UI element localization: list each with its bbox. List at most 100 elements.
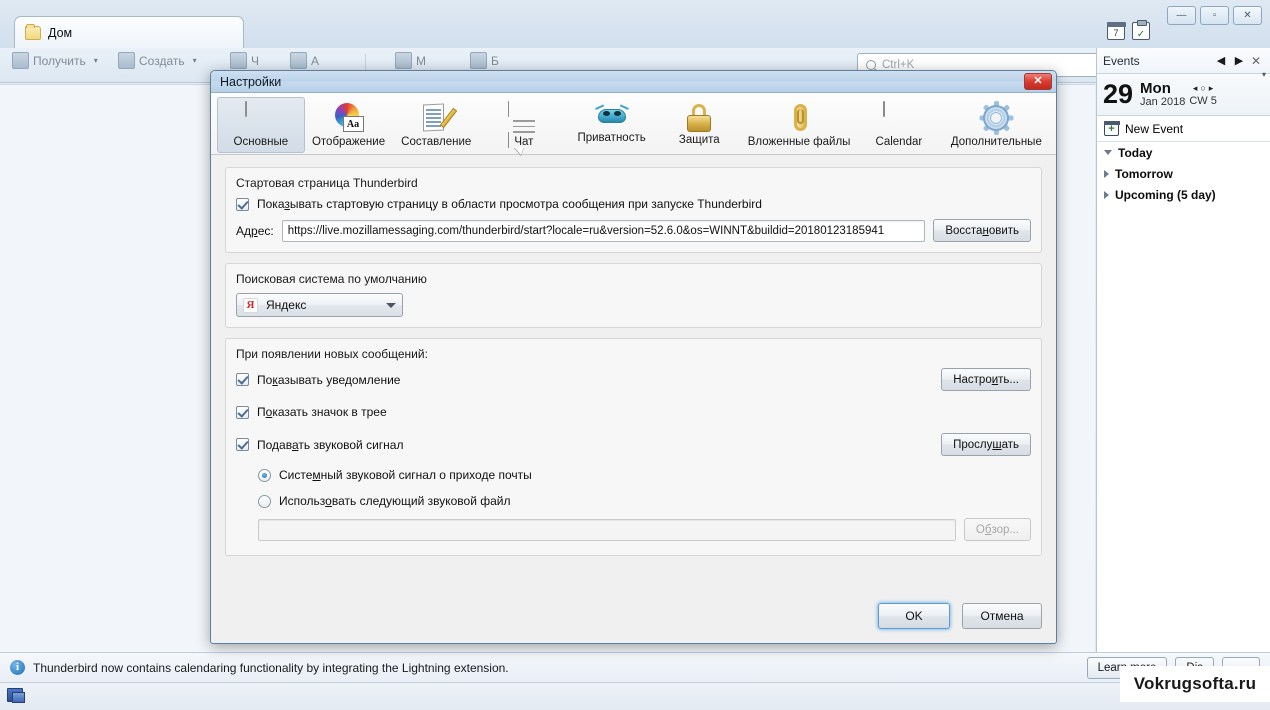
- new-messages-group: При появлении новых сообщений: Показыват…: [225, 338, 1042, 556]
- custom-sound-radio[interactable]: [258, 494, 271, 508]
- events-group-label: Tomorrow: [1115, 166, 1173, 181]
- events-date-strip: 29 Mon Jan 2018 ◂ ○ ▸ CW 5 ▾: [1097, 70, 1270, 116]
- tag-button[interactable]: М: [395, 52, 426, 69]
- new-event-icon: [1103, 120, 1120, 136]
- configure-notification-button[interactable]: Настро и ть...: [941, 368, 1031, 391]
- date-nav: ◂ ○ ▸ CW 5: [1189, 83, 1217, 107]
- calendar-icon: [882, 101, 915, 134]
- new-event-button[interactable]: New Event: [1097, 116, 1270, 142]
- chevron-down-icon[interactable]: ▾: [1262, 70, 1266, 79]
- gear-icon: [979, 101, 1014, 135]
- write-label: Создать: [139, 53, 185, 68]
- tab-display-label: Отображение: [311, 136, 386, 148]
- browse-sound-button[interactable]: Об зор...: [963, 518, 1031, 541]
- search-engine-group: Поисковая система по умолчанию Я Яндекс: [225, 263, 1042, 328]
- tab-security-label: Защита: [678, 134, 720, 146]
- settings-dialog: Настройки ✕ Основные Aa Отображение Сост…: [210, 70, 1057, 644]
- minimize-button[interactable]: —: [1167, 6, 1196, 25]
- tab-calendar[interactable]: Calendar: [855, 97, 943, 153]
- date-today-icon[interactable]: ○: [1200, 83, 1205, 93]
- notification-bar: i Thunderbird now contains calendaring f…: [0, 652, 1270, 682]
- tab-security[interactable]: Защита: [655, 97, 743, 153]
- pencil-paper-icon: [421, 103, 458, 133]
- tab-home[interactable]: Дом: [14, 16, 244, 48]
- tab-display[interactable]: Aa Отображение: [305, 97, 393, 153]
- startpage-address-input[interactable]: https://live.mozillamessaging.com/thunde…: [281, 219, 926, 242]
- tab-general[interactable]: Основные: [217, 97, 305, 153]
- write-button[interactable]: Создать ▾: [118, 52, 201, 69]
- date-nav-row: ◂ ○ ▸: [1193, 83, 1214, 94]
- date-next-icon[interactable]: ▸: [1209, 83, 1214, 94]
- get-mail-label: Получить: [33, 53, 86, 68]
- system-sound-radio[interactable]: [258, 468, 271, 482]
- tag-icon: [395, 52, 412, 69]
- maximize-button[interactable]: ▫: [1200, 6, 1229, 25]
- window-titlebar: Дом — ▫ ✕: [0, 0, 1270, 48]
- date-text: Mon Jan 2018: [1140, 79, 1185, 108]
- chevron-down-icon: [386, 302, 396, 308]
- events-close-icon[interactable]: ✕: [1248, 54, 1264, 68]
- startpage-group-title: Стартовая страница Thunderbird: [236, 176, 418, 190]
- tab-attachments[interactable]: Вложенные файлы: [743, 97, 855, 153]
- system-sound-label: Системный звуковой сигнал о приходе почт…: [279, 468, 532, 482]
- chat-icon: [230, 52, 247, 69]
- play-sound-checkbox[interactable]: [236, 438, 249, 451]
- calendar-icon[interactable]: [1106, 21, 1126, 40]
- startpage-checkbox-row: Показывать стартовую страницу в области …: [236, 197, 1031, 211]
- date-prev-icon[interactable]: ◂: [1193, 83, 1198, 94]
- events-group-upcoming[interactable]: Upcoming (5 day): [1097, 184, 1270, 205]
- events-group-label: Upcoming (5 day): [1115, 187, 1216, 202]
- address-book-icon: [290, 52, 307, 69]
- default-search-engine-select[interactable]: Я Яндекс: [236, 293, 403, 317]
- dialog-body: Основные Aa Отображение Составление Чат …: [211, 93, 1056, 643]
- events-next-button[interactable]: ▶: [1230, 54, 1248, 67]
- show-notification-row: Показывать уведомление Настро и ть...: [236, 368, 1031, 391]
- events-group-today[interactable]: Today: [1097, 142, 1270, 163]
- titlebar-quick-icons: [1106, 20, 1150, 40]
- watermark: Vokrugsofta.ru: [1120, 666, 1270, 702]
- tab-privacy[interactable]: Приватность: [568, 97, 656, 153]
- events-group-label: Today: [1118, 145, 1153, 160]
- chat-label: Ч: [251, 53, 259, 68]
- tab-home-label: Дом: [48, 25, 73, 40]
- events-prev-button[interactable]: ◀: [1212, 54, 1230, 67]
- tab-compose[interactable]: Составление: [392, 97, 480, 153]
- chat-button[interactable]: Ч: [230, 52, 259, 69]
- show-tray-icon-row: Показать значок в трее: [236, 405, 1031, 419]
- tab-advanced[interactable]: Дополнительные: [943, 97, 1050, 153]
- chevron-down-icon[interactable]: ▾: [189, 56, 201, 65]
- show-startpage-checkbox[interactable]: [236, 197, 249, 211]
- show-notification-label: Показывать уведомление: [257, 372, 401, 387]
- address-book-label: А: [311, 53, 320, 68]
- restore-default-button[interactable]: Восста н овить: [933, 219, 1031, 242]
- show-tray-icon-label: Показать значок в трее: [257, 405, 387, 419]
- close-button[interactable]: ✕: [1233, 6, 1262, 25]
- info-icon: i: [10, 660, 25, 675]
- day-of-week: Mon: [1140, 79, 1171, 97]
- address-book-button[interactable]: А: [290, 52, 319, 69]
- tasks-icon[interactable]: [1132, 20, 1150, 40]
- filter-funnel-icon: [470, 52, 487, 69]
- dialog-titlebar: Настройки ✕: [211, 71, 1056, 93]
- tab-chat[interactable]: Чат: [480, 97, 568, 153]
- folder-icon: [25, 23, 41, 40]
- cancel-button[interactable]: Отмена: [962, 603, 1042, 629]
- quick-filter-button[interactable]: Б: [470, 52, 499, 69]
- ok-button[interactable]: OK: [878, 603, 950, 629]
- sound-file-input[interactable]: [258, 518, 956, 541]
- show-startpage-label: Показывать стартовую страницу в области …: [257, 197, 762, 211]
- show-tray-icon-checkbox[interactable]: [236, 405, 249, 419]
- preview-sound-button[interactable]: Прослу ш ать: [941, 433, 1031, 456]
- events-header: Events ◀ ▶ ✕: [1097, 48, 1270, 74]
- events-group-tomorrow[interactable]: Tomorrow: [1097, 163, 1270, 184]
- chevron-down-icon[interactable]: ▾: [90, 56, 102, 65]
- day-number: 29: [1103, 79, 1134, 109]
- get-mail-button[interactable]: Получить ▾: [12, 52, 102, 69]
- address-label: Адрес:: [236, 223, 274, 238]
- show-notification-checkbox[interactable]: [236, 373, 249, 386]
- dialog-footer: OK Отмена: [878, 603, 1042, 629]
- dialog-close-button[interactable]: ✕: [1024, 73, 1052, 90]
- dialog-title: Настройки: [220, 74, 282, 89]
- network-status-icon: [7, 688, 25, 703]
- color-wheel-aa-icon: Aa: [334, 103, 364, 133]
